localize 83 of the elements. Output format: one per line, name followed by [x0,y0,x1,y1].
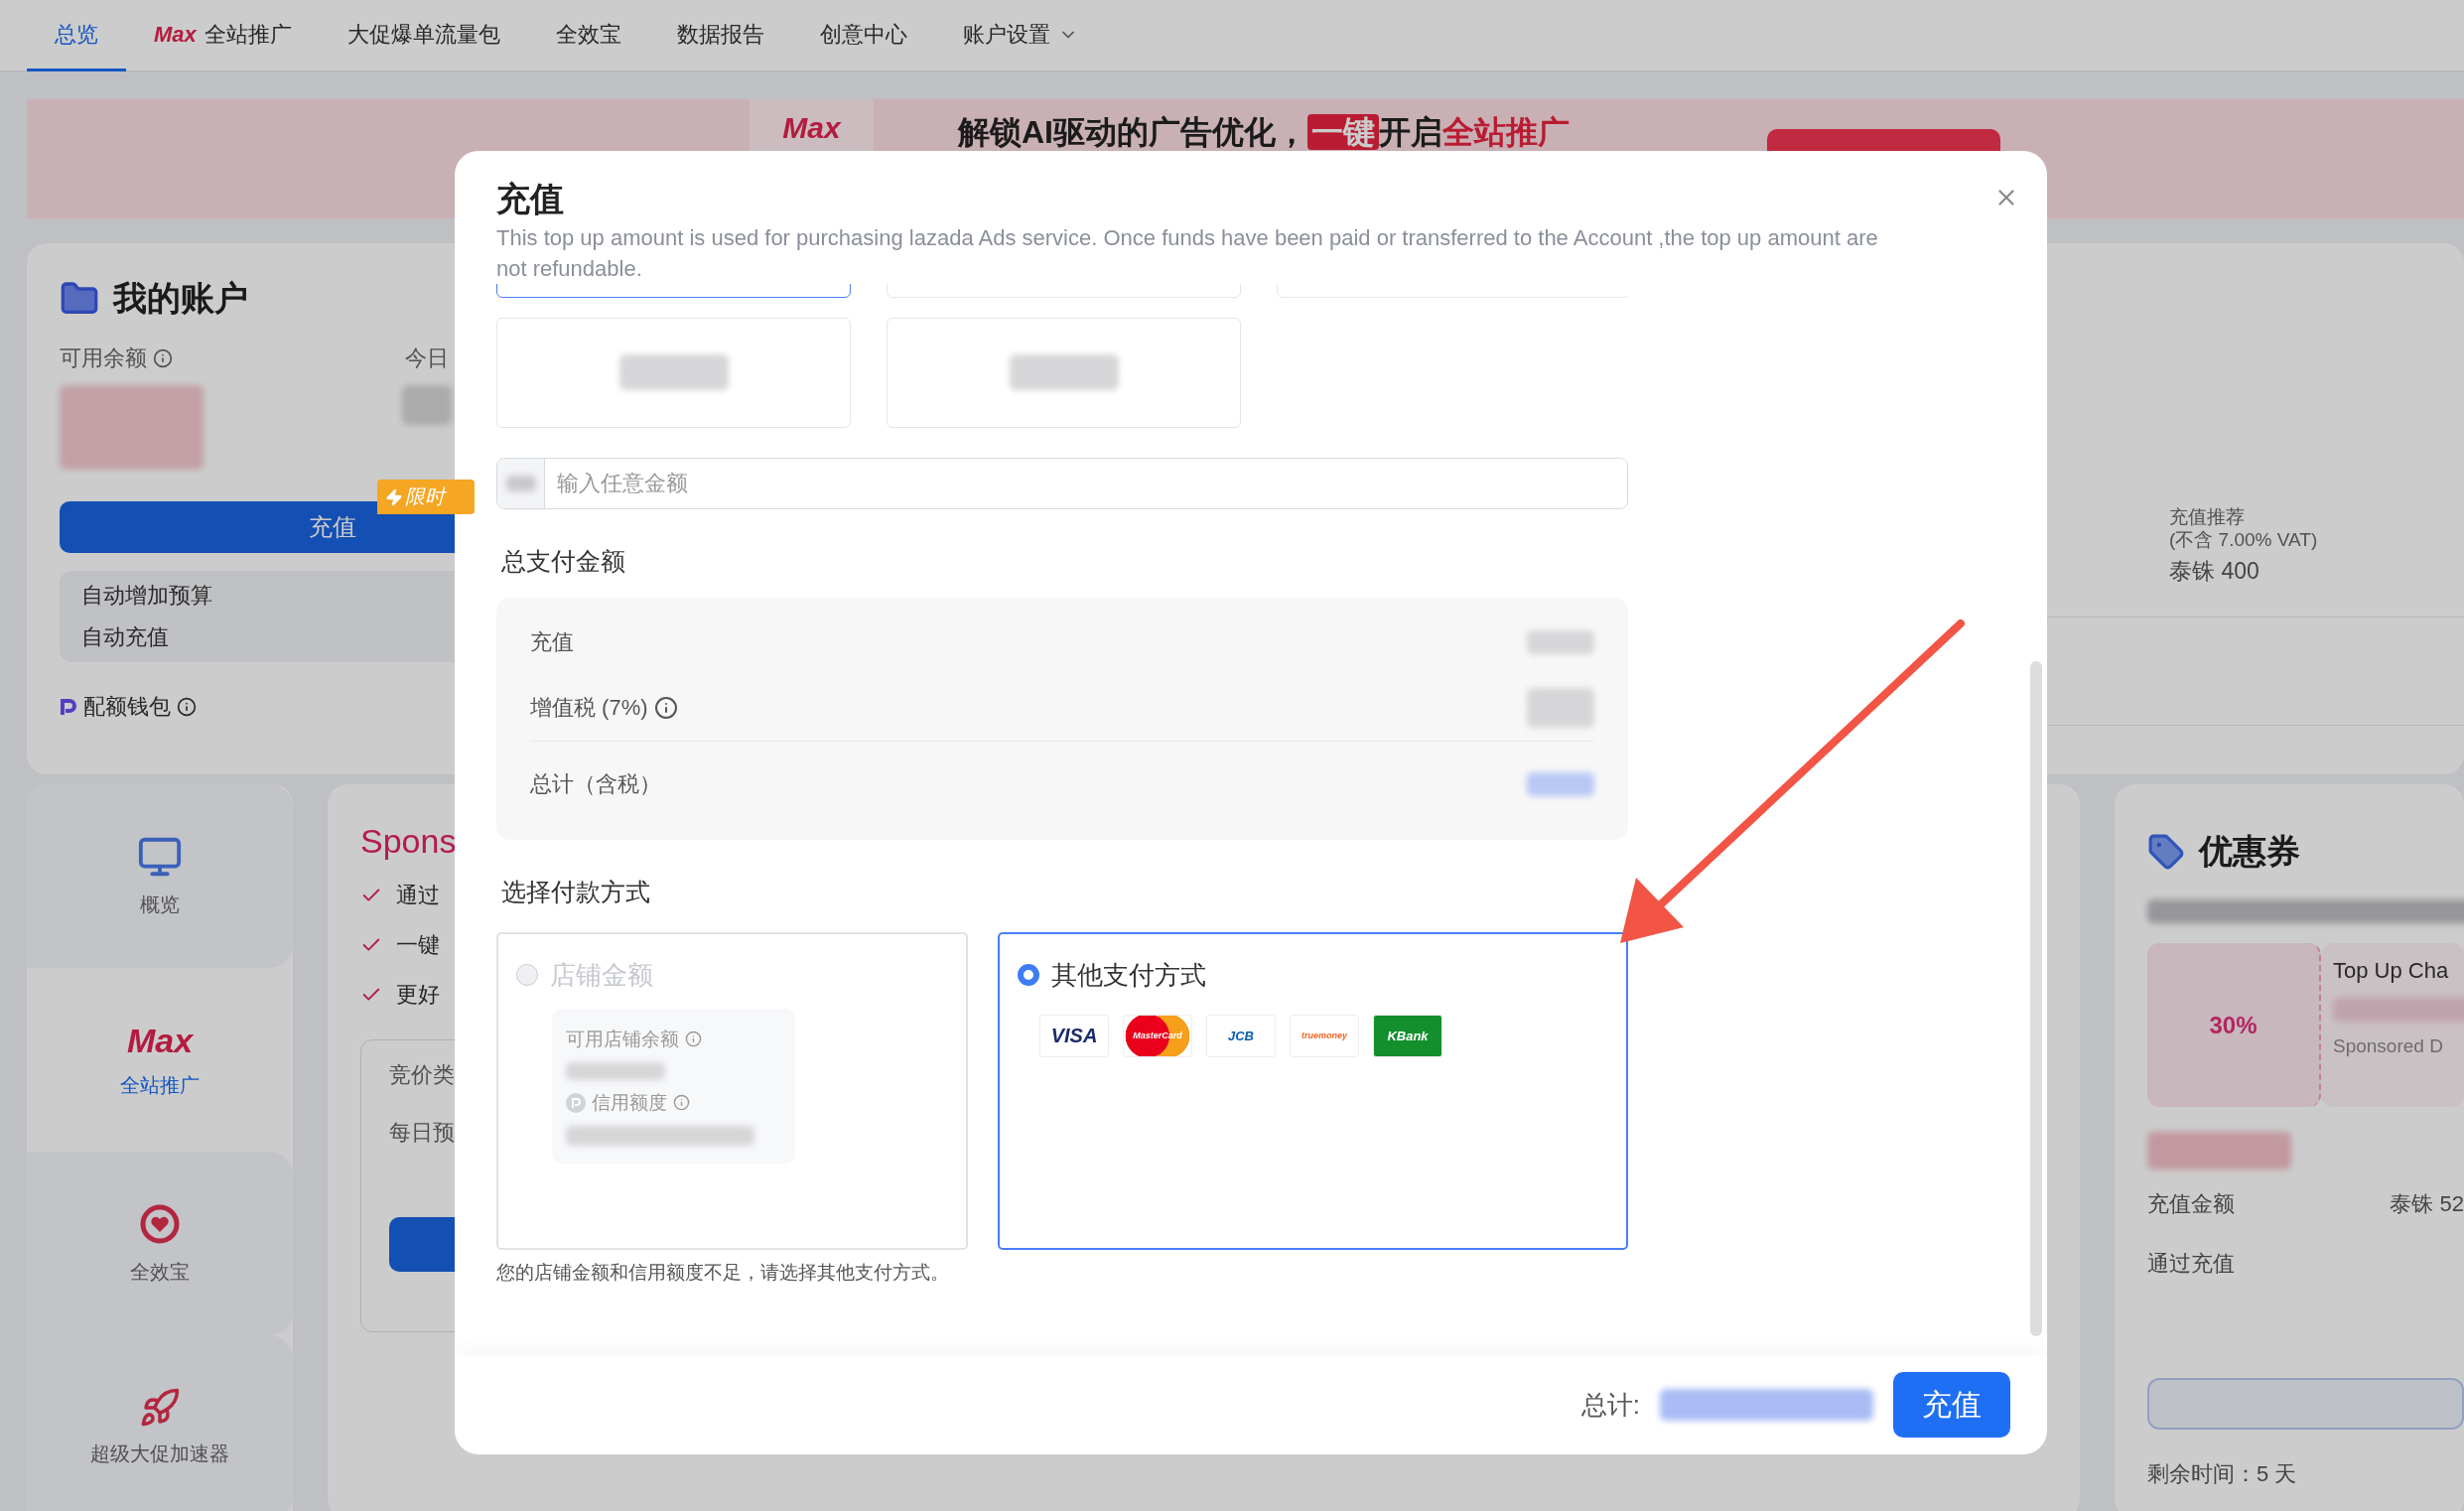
side-nav-item[interactable]: 概览 [27,784,293,968]
blurred-value [1527,629,1594,654]
card-title: 优惠券 [2199,831,2300,872]
max-logo: Max [126,1021,194,1060]
sponsored-title: Spons [360,822,458,861]
card-brand-logo: KBank [1373,1014,1442,1057]
nav-tab[interactable]: 大促爆单流量包 [319,0,528,71]
recommendation-label: 充值推荐 [2169,506,2246,529]
card-title: 我的账户 [113,278,248,319]
side-nav-label: 超级大促加速器 [90,1442,229,1466]
tab-label: 总览 [55,20,98,49]
card-brand-logo: JCB [1206,1014,1276,1057]
info-icon [153,348,173,368]
side-nav-label: 全站推广 [120,1072,200,1098]
feature-text: 通过 [396,882,440,909]
card-brand-logo: truemoney [1290,1014,1359,1057]
summary-label: 增值税 (7%) [530,692,678,723]
max-logo: Max [782,111,841,145]
side-nav-label: 全效宝 [130,1260,190,1285]
feature-text: 一键 [396,931,440,959]
credit-label: 信用额度 [566,1089,781,1116]
banner-headline: 解锁AI驱动的广告优化，一键开启全站推广 [958,113,1570,152]
blurred-value [505,475,536,491]
tab-label: 账户设置 [962,20,1050,49]
vat-note: (不含 7.00% VAT) [2169,528,2319,552]
nav-tab[interactable]: Max 全站推广 [126,0,320,71]
total-label: 总计: [1580,1388,1640,1422]
info-icon [177,697,197,717]
section-title: 选择付款方式 [501,876,651,907]
store-balance-label: 可用店铺余额 [566,1026,781,1052]
radio-button[interactable] [1018,964,1039,987]
rocket-icon [139,1387,181,1429]
amount-input-field[interactable]: 输入任意金额 [496,457,1628,509]
method-text: 通过充值 [2147,1250,2236,1278]
side-nav-item[interactable]: 全效宝 [27,1152,293,1335]
coupon-title: Top Up Cha [2333,958,2450,984]
card-brand-logo: VISA [1039,1014,1109,1057]
payment-note: 您的店铺金额和信用额度不足，请选择其他支付方式。 [496,1260,950,1285]
summary-label: 总计（含税） [530,770,661,799]
scrollbar[interactable] [2030,660,2042,1336]
payment-method-label: 店铺金额 [550,958,653,992]
info-icon [653,695,678,720]
nav-tab[interactable]: 全效宝 [527,0,649,71]
max-logo: Max [154,21,197,48]
payment-method-label: 其他支付方式 [1051,958,1206,992]
side-nav-label: 概览 [140,893,180,917]
tab-label: 全效宝 [555,20,621,49]
dialog-title: 充值 [496,179,565,219]
blurred-value [1527,772,1594,797]
summary-label: 充值 [530,627,574,656]
tab-label: 创意中心 [819,20,907,49]
info-icon [673,1094,690,1112]
field-label: 每日预 [389,1119,455,1147]
blurred-value [1527,687,1594,728]
tab-label: 全站推广 [204,20,292,49]
field-label: 竞价类 [389,1061,455,1089]
recommended-amount: 泰铢 400 [2169,556,2260,586]
balance-label: 可用余额 [60,343,173,373]
coupon-tag: Sponsored D [2333,1035,2452,1057]
side-nav-item[interactable]: 超级大促加速器 [27,1335,293,1511]
wallet-icon [60,697,77,717]
promo-badge: 限时 [377,480,475,514]
amount-value: 泰铢 52 [2390,1190,2464,1218]
credit-icon [566,1092,586,1113]
coupon-field[interactable] [2147,1378,2464,1430]
wallet-label[interactable]: 配额钱包 [83,692,171,722]
nav-tab[interactable]: 账户设置 [934,0,1106,71]
today-label: 今日 [405,344,449,372]
tag-icon [2147,833,2185,871]
feature-text: 更好 [396,981,440,1009]
info-icon [685,1030,702,1048]
notice-text: This top up amount is used for purchasing lazada Ads service. Once funds have been paid or transferred to the Account ,the top up amount are not refundable. [496,223,1879,283]
confirm-button[interactable]: 充值 [1893,1372,2010,1438]
remaining-time: 剩余时间：5 天 [2147,1460,2298,1488]
amount-label: 充值金额 [2147,1190,2235,1218]
blurred-value [402,385,452,425]
nav-tab[interactable]: 数据报告 [648,0,792,71]
nav-tab[interactable]: 创意中心 [791,0,935,71]
lightning-icon [385,487,403,506]
discount-label: 30% [2147,943,2321,1107]
nav-tab[interactable]: 总览 [27,0,126,71]
tab-label: 大促爆单流量包 [346,20,500,49]
tab-label: 数据报告 [676,20,764,49]
